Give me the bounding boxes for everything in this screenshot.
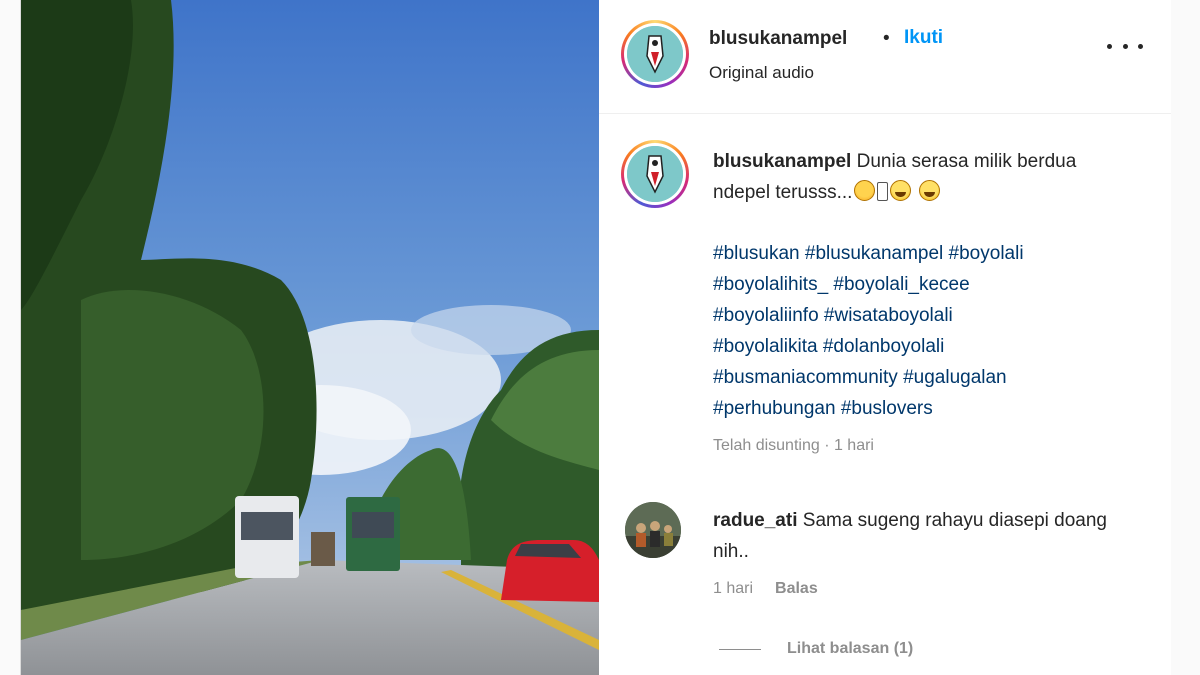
laughing-emoji <box>890 180 912 201</box>
comment-time[interactable]: 1 hari <box>713 580 753 597</box>
author-avatar[interactable] <box>621 20 689 88</box>
caption-username[interactable]: blusukanampel <box>713 151 851 172</box>
laughing-emoji <box>918 180 940 201</box>
hashtag-line[interactable]: #busmaniacommunity #ugalugalan <box>713 362 1133 393</box>
commenter-avatar[interactable] <box>625 502 681 558</box>
post-header: blusukanampel • Ikuti Original audio <box>599 0 1171 114</box>
replies-dash <box>719 648 761 650</box>
caption-avatar[interactable] <box>621 140 689 208</box>
hashtag-line[interactable]: #perhubungan #buslovers <box>713 393 1133 424</box>
follow-button[interactable]: Ikuti <box>904 27 943 49</box>
avatar-logo-icon <box>627 146 683 202</box>
hashtag-line[interactable]: #blusukan #blusukanampel #boyolali <box>713 238 1133 269</box>
commenter-photo <box>625 502 681 558</box>
avatar-logo-icon <box>627 26 683 82</box>
commenter-username[interactable]: radue_ati <box>713 510 797 531</box>
audio-label[interactable]: Original audio <box>709 63 814 83</box>
caption-text: blusukanampel Dunia serasa milik berdua … <box>713 146 1133 208</box>
author-avatar-image <box>627 26 683 82</box>
post-video[interactable] <box>21 0 599 675</box>
view-replies-button[interactable]: Lihat balasan (1) <box>719 640 913 658</box>
author-username[interactable]: blusukanampel <box>709 28 847 50</box>
reply-button[interactable]: Balas <box>775 580 818 597</box>
post-details-panel: blusukanampel • Ikuti Original audio blu… <box>599 0 1171 675</box>
comment-text: radue_ati Sama sugeng rahayu diasepi doa… <box>713 505 1133 567</box>
more-options-icon[interactable] <box>1107 34 1143 58</box>
video-frame-scene <box>21 0 599 675</box>
comment-meta: 1 hari Balas <box>713 580 818 598</box>
hashtag-line[interactable]: #boyolalihits_ #boyolali_kecee <box>713 269 1133 300</box>
hashtag-line[interactable]: #boyolaliinfo #wisataboyolali <box>713 300 1133 331</box>
hot-face-emoji <box>854 180 876 201</box>
separator-dot: • <box>883 28 890 49</box>
caption-edited-meta: Telah disunting · 1 hari <box>713 437 874 454</box>
missing-glyph-icon <box>877 182 889 201</box>
hashtag-list: #blusukan #blusukanampel #boyolali #boyo… <box>713 238 1133 424</box>
post-dialog: blusukanampel • Ikuti Original audio blu… <box>20 0 1171 675</box>
hashtag-line[interactable]: #boyolalikita #dolanboyolali <box>713 331 1133 362</box>
view-replies-label: Lihat balasan (1) <box>787 640 914 657</box>
